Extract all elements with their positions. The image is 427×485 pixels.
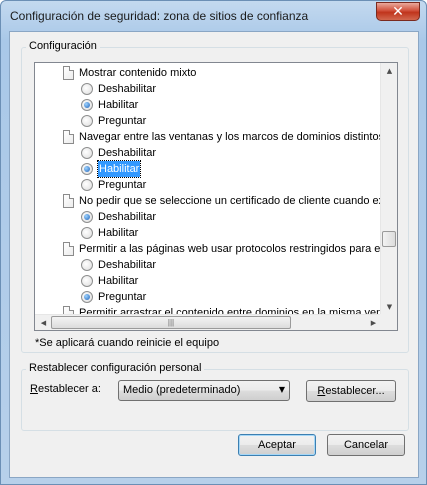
- cancel-button-label: Cancelar: [343, 439, 389, 451]
- document-icon: [63, 194, 74, 208]
- setting-option[interactable]: Habilitar: [35, 160, 382, 178]
- setting-option[interactable]: Preguntar: [35, 177, 382, 193]
- setting-option-label[interactable]: Habilitar: [98, 225, 138, 241]
- setting-option[interactable]: Habilitar: [35, 225, 382, 241]
- radio-unchecked-icon[interactable]: [81, 83, 93, 95]
- radio-unchecked-icon[interactable]: [81, 227, 93, 239]
- setting-option[interactable]: Preguntar: [35, 113, 382, 129]
- horizontal-scrollbar[interactable]: ◀ ||| ▶: [35, 314, 382, 330]
- setting-option[interactable]: Deshabilitar: [35, 257, 382, 273]
- setting-heading: Navegar entre las ventanas y los marcos …: [35, 129, 382, 145]
- close-icon: ✕: [392, 3, 404, 20]
- radio-checked-icon[interactable]: [81, 163, 93, 175]
- scroll-left-arrow-icon[interactable]: ◀: [35, 315, 52, 330]
- setting-option[interactable]: Habilitar: [35, 273, 382, 289]
- dialog-client-area: Configuración Mostrar contenido mixto Des…: [9, 31, 419, 478]
- dialog-window: Configuración de seguridad: zona de siti…: [0, 0, 427, 485]
- accept-button-label: Aceptar: [258, 439, 296, 451]
- reset-group-legend: Restablecer configuración personal: [26, 362, 205, 374]
- document-icon: [63, 130, 74, 144]
- setting-option[interactable]: Habilitar: [35, 97, 382, 113]
- accept-button[interactable]: Aceptar: [238, 434, 316, 456]
- document-icon: [63, 242, 74, 256]
- setting-option-label[interactable]: Deshabilitar: [98, 209, 156, 225]
- scroll-corner: [380, 314, 397, 330]
- setting-heading-label: Navegar entre las ventanas y los marcos …: [79, 131, 382, 143]
- setting-option-label[interactable]: Deshabilitar: [98, 81, 156, 97]
- reset-to-label: Restablecer a:: [30, 383, 101, 395]
- cancel-button[interactable]: Cancelar: [327, 434, 405, 456]
- setting-option-label[interactable]: Habilitar: [98, 273, 138, 289]
- horizontal-scroll-thumb[interactable]: |||: [51, 316, 291, 329]
- scroll-down-arrow-icon[interactable]: ▼: [381, 299, 397, 315]
- chevron-down-icon: ▼: [278, 385, 285, 394]
- reset-button-label: Restablecer...: [317, 385, 385, 397]
- radio-checked-icon[interactable]: [81, 291, 93, 303]
- radio-unchecked-icon[interactable]: [81, 179, 93, 191]
- radio-unchecked-icon[interactable]: [81, 147, 93, 159]
- setting-option-label[interactable]: Deshabilitar: [98, 145, 156, 161]
- scroll-up-arrow-icon[interactable]: ▲: [381, 63, 397, 79]
- setting-option-label[interactable]: Deshabilitar: [98, 257, 156, 273]
- setting-option[interactable]: Preguntar: [35, 289, 382, 305]
- vertical-scrollbar[interactable]: ▲ ▼: [380, 63, 397, 315]
- restart-note: *Se aplicará cuando reinicie el equipo: [35, 337, 220, 349]
- setting-option[interactable]: Deshabilitar: [35, 145, 382, 161]
- close-button[interactable]: ✕: [376, 2, 420, 21]
- settings-tree[interactable]: Mostrar contenido mixto Deshabilitar Habil…: [34, 62, 398, 331]
- config-group-legend: Configuración: [26, 40, 100, 52]
- setting-option[interactable]: Deshabilitar: [35, 209, 382, 225]
- grip-icon: |||: [167, 318, 175, 327]
- setting-option-label[interactable]: Preguntar: [98, 289, 146, 305]
- title-bar[interactable]: Configuración de seguridad: zona de siti…: [1, 1, 426, 31]
- setting-heading: Permitir a las páginas web usar protocol…: [35, 241, 382, 257]
- setting-heading: No pedir que se seleccione un certificad…: [35, 193, 382, 209]
- radio-checked-icon[interactable]: [81, 211, 93, 223]
- setting-option-label[interactable]: Habilitar: [96, 160, 142, 178]
- document-icon: [63, 66, 74, 80]
- radio-unchecked-icon[interactable]: [81, 275, 93, 287]
- setting-heading: Mostrar contenido mixto: [35, 65, 382, 81]
- settings-list: Mostrar contenido mixto Deshabilitar Habil…: [35, 63, 382, 315]
- reset-button[interactable]: Restablecer...: [306, 380, 396, 402]
- vertical-scroll-thumb[interactable]: [382, 231, 396, 247]
- setting-option-label[interactable]: Habilitar: [98, 97, 138, 113]
- setting-heading-label: Mostrar contenido mixto: [79, 67, 197, 79]
- setting-option-label[interactable]: Preguntar: [98, 113, 146, 129]
- window-title: Configuración de seguridad: zona de siti…: [10, 9, 309, 23]
- setting-heading-label: No pedir que se seleccione un certificad…: [79, 195, 382, 207]
- radio-unchecked-icon[interactable]: [81, 259, 93, 271]
- radio-checked-icon[interactable]: [81, 99, 93, 111]
- reset-level-select[interactable]: Medio (predeterminado) ▼: [118, 380, 290, 401]
- setting-option-label[interactable]: Preguntar: [98, 177, 146, 193]
- radio-unchecked-icon[interactable]: [81, 115, 93, 127]
- setting-option[interactable]: Deshabilitar: [35, 81, 382, 97]
- setting-heading-label: Permitir a las páginas web usar protocol…: [79, 243, 382, 255]
- reset-level-value: Medio (predeterminado): [123, 384, 241, 396]
